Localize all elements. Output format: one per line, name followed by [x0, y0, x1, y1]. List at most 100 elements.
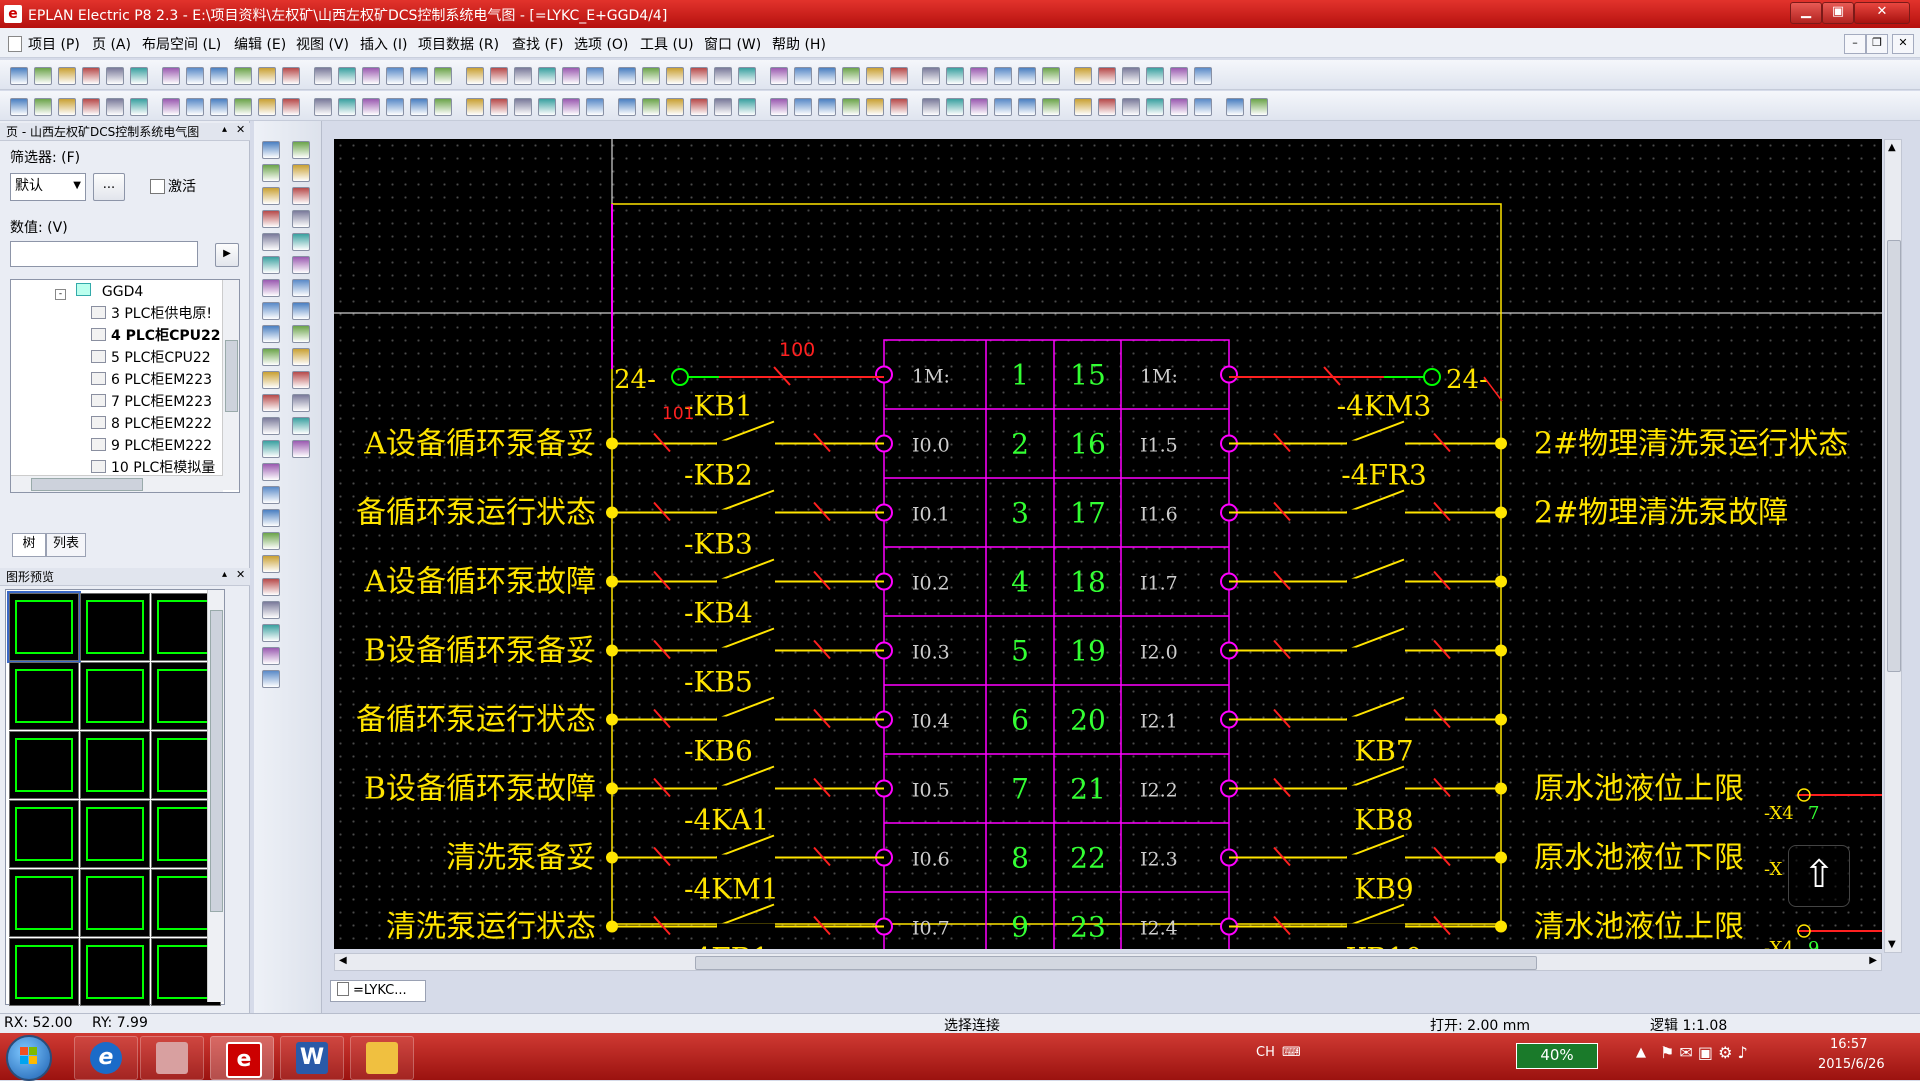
toolbar-button-icon[interactable] [282, 98, 300, 116]
no-contact-symbol[interactable] [1345, 696, 1405, 721]
toolbar-button-icon[interactable] [186, 67, 204, 85]
menu-insert[interactable]: 插入 (I) [360, 34, 408, 54]
maximize-button[interactable]: ▣ [1822, 2, 1854, 24]
toolbar-button-icon[interactable] [314, 98, 332, 116]
scroll-down-icon[interactable]: ▼ [1888, 939, 1896, 950]
connection-tool-icon[interactable] [262, 509, 280, 527]
page-thumbnail[interactable] [7, 591, 81, 663]
toolbar-button-icon[interactable] [362, 98, 380, 116]
page-thumbnail[interactable] [9, 938, 79, 1006]
scroll-right-icon[interactable]: ▶ [1869, 955, 1877, 966]
no-contact-symbol[interactable] [715, 489, 775, 514]
page-thumbnail[interactable] [80, 938, 150, 1006]
toolbar-button-icon[interactable] [946, 67, 964, 85]
apply-arrow-button[interactable]: ▶ [215, 243, 239, 267]
toolbar-button-icon[interactable] [1146, 67, 1164, 85]
toolbar-button-icon[interactable] [1194, 67, 1212, 85]
tree-item-page[interactable]: 3 PLC柜供电原! [91, 304, 212, 324]
activate-checkbox[interactable] [150, 179, 165, 194]
canvas-hscroll-thumb[interactable] [695, 956, 1537, 970]
toolbar-button-icon[interactable] [314, 67, 332, 85]
filter-more-button[interactable]: ... [93, 173, 125, 201]
toolbar-button-icon[interactable] [890, 98, 908, 116]
toolbar-button-icon[interactable] [538, 98, 556, 116]
toolbar-button-icon[interactable] [1074, 98, 1092, 116]
connection-tool-icon[interactable] [262, 601, 280, 619]
connection-tool-icon[interactable] [292, 440, 310, 458]
pin-icon[interactable]: ▴ [222, 124, 227, 135]
schematic-canvas[interactable]: 1M: 1 15 1M: I0.0 2 16 I1.5 I0.1 3 17 I1.6 I0.2 4 18 I1… [334, 139, 1882, 949]
page-thumbnail[interactable] [9, 800, 79, 868]
connection-tool-icon[interactable] [262, 187, 280, 205]
close-button[interactable]: ✕ [1854, 2, 1910, 24]
toolbar-button-icon[interactable] [466, 98, 484, 116]
toolbar-button-icon[interactable] [258, 67, 276, 85]
connection-tool-icon[interactable] [262, 578, 280, 596]
toolbar-button-icon[interactable] [586, 98, 604, 116]
connection-tool-icon[interactable] [262, 279, 280, 297]
no-contact-symbol[interactable] [715, 627, 775, 652]
connection-tool-icon[interactable] [262, 670, 280, 688]
panel-close-icon[interactable]: ✕ [236, 123, 245, 136]
preview-pin-icon[interactable]: ▴ [222, 569, 227, 580]
tree-item-page[interactable]: 7 PLC柜EM223 [91, 392, 212, 412]
toolbar-button-icon[interactable] [1122, 98, 1140, 116]
menu-help[interactable]: 帮助 (H) [772, 34, 826, 54]
toolbar-button-icon[interactable] [234, 67, 252, 85]
toolbar-button-icon[interactable] [130, 98, 148, 116]
toolbar-button-icon[interactable] [82, 98, 100, 116]
no-contact-symbol[interactable] [1345, 489, 1405, 514]
tree-item-page[interactable]: 9 PLC柜EM222 [91, 436, 212, 456]
tree-group-ggd4[interactable]: - GGD4 [55, 282, 143, 302]
toolbar-button-icon[interactable] [1074, 67, 1092, 85]
connection-tool-icon[interactable] [262, 394, 280, 412]
connection-tool-icon[interactable] [262, 555, 280, 573]
toolbar-button-icon[interactable] [770, 98, 788, 116]
toolbar-button-icon[interactable] [130, 67, 148, 85]
toolbar-button-icon[interactable] [234, 98, 252, 116]
taskbar-ie[interactable]: e [74, 1036, 138, 1080]
toolbar-button-icon[interactable] [210, 98, 228, 116]
toolbar-button-icon[interactable] [186, 98, 204, 116]
connection-tool-icon[interactable] [262, 624, 280, 642]
toolbar-button-icon[interactable] [466, 67, 484, 85]
connection-tool-icon[interactable] [292, 164, 310, 182]
toolbar-button-icon[interactable] [210, 67, 228, 85]
toolbar-button-icon[interactable] [866, 67, 884, 85]
document-tab[interactable]: =LYKC... [330, 980, 426, 1002]
toolbar-button-icon[interactable] [1170, 67, 1188, 85]
clock-time[interactable]: 16:57 [1830, 1037, 1867, 1052]
toolbar-button-icon[interactable] [738, 67, 756, 85]
toolbar-button-icon[interactable] [842, 98, 860, 116]
toolbar-button-icon[interactable] [642, 98, 660, 116]
taskbar-app[interactable] [140, 1036, 204, 1080]
connection-tool-icon[interactable] [262, 164, 280, 182]
tree-vscroll-thumb[interactable] [225, 340, 238, 412]
toolbar-button-icon[interactable] [994, 67, 1012, 85]
tree-item-page[interactable]: 6 PLC柜EM223 [91, 370, 212, 390]
toolbar-button-icon[interactable] [162, 98, 180, 116]
menu-layout-space[interactable]: 布局空间 (L) [142, 34, 221, 54]
toolbar-button-icon[interactable] [58, 98, 76, 116]
toolbar-button-icon[interactable] [1170, 98, 1188, 116]
connection-tool-icon[interactable] [262, 647, 280, 665]
connection-tool-icon[interactable] [292, 141, 310, 159]
collapse-icon[interactable]: - [55, 289, 66, 300]
no-contact-symbol[interactable] [1345, 903, 1405, 928]
connection-tool-icon[interactable] [262, 440, 280, 458]
menu-options[interactable]: 选项 (O) [574, 34, 628, 54]
connection-tool-icon[interactable] [292, 187, 310, 205]
start-button[interactable] [6, 1035, 52, 1081]
connection-tool-icon[interactable] [262, 486, 280, 504]
page-thumbnail[interactable] [80, 593, 150, 661]
page-thumbnail[interactable] [9, 731, 79, 799]
toolbar-button-icon[interactable] [34, 98, 52, 116]
toolbar-button-icon[interactable] [794, 67, 812, 85]
toolbar-button-icon[interactable] [818, 98, 836, 116]
connection-tool-icon[interactable] [262, 325, 280, 343]
no-contact-symbol[interactable] [715, 696, 775, 721]
toolbar-button-icon[interactable] [562, 98, 580, 116]
connection-tool-icon[interactable] [292, 371, 310, 389]
clock-date[interactable]: 2015/6/26 [1818, 1057, 1885, 1072]
taskbar-explorer[interactable] [350, 1036, 414, 1080]
